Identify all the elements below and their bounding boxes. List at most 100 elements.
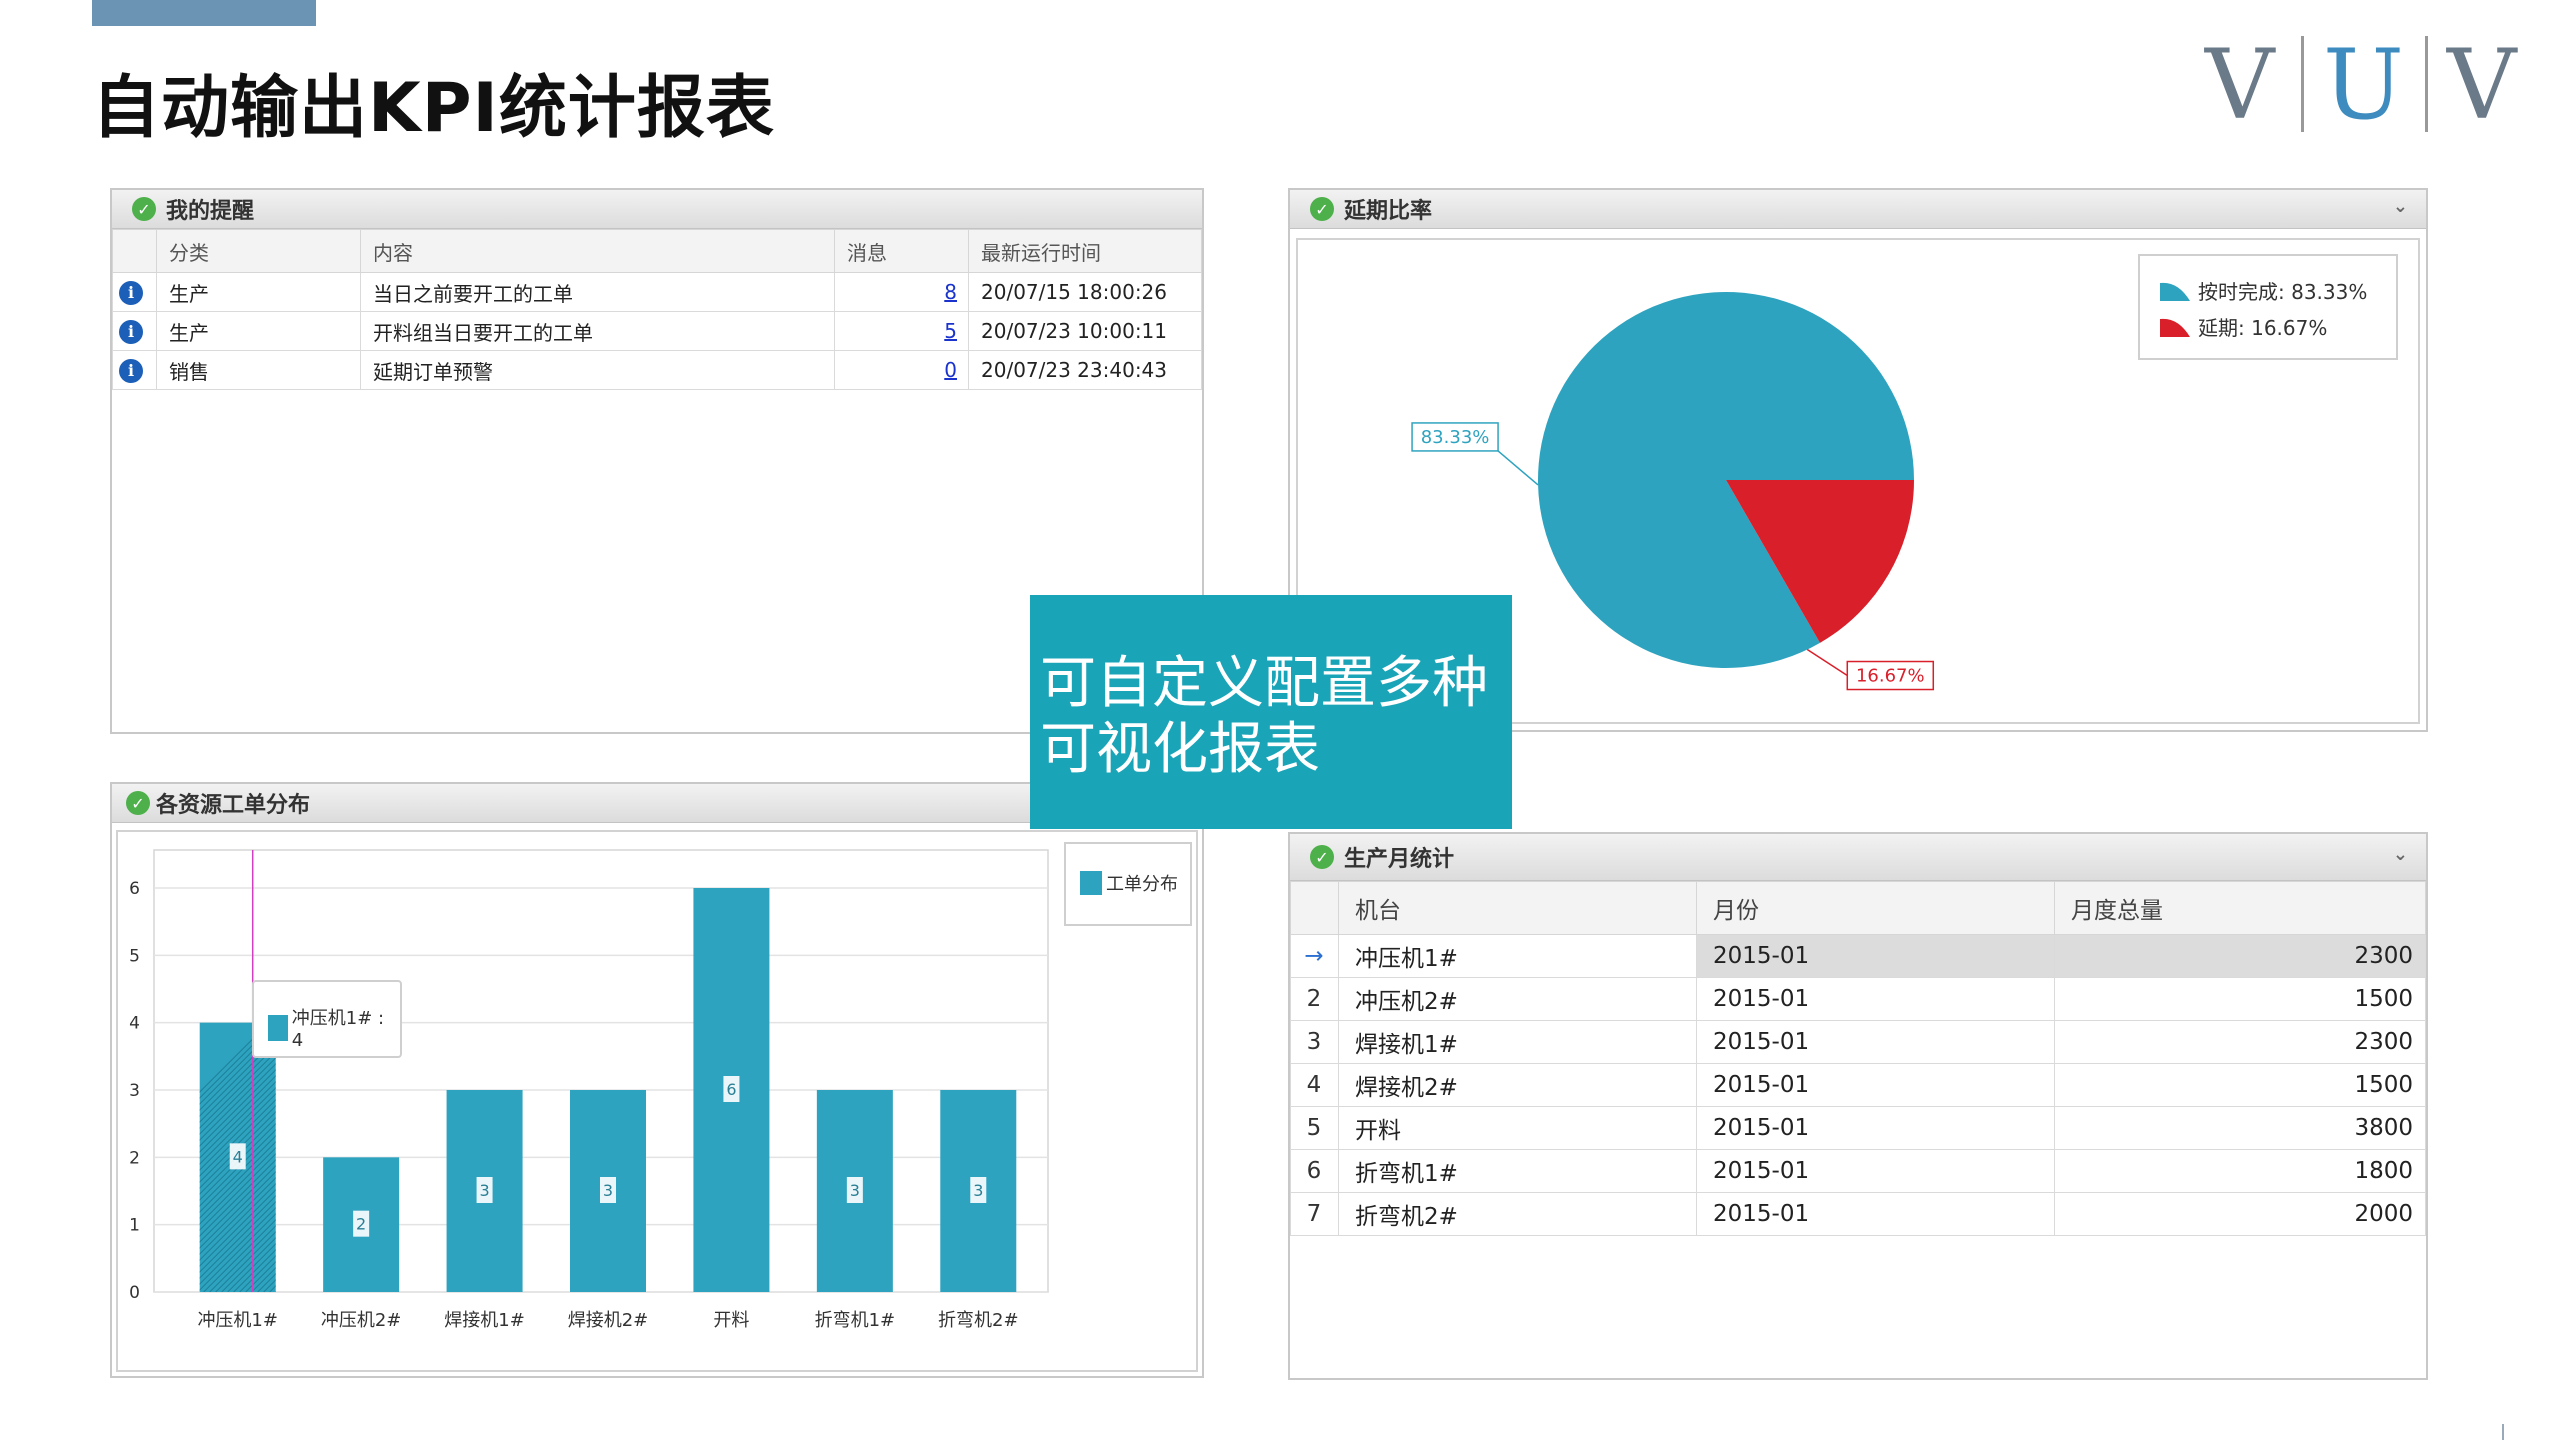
callout-line: 可视化报表: [1040, 717, 1320, 782]
time-cell: 20/07/23 10:00:11: [968, 311, 1202, 351]
check-icon: ✓: [1310, 197, 1334, 221]
pie-data-label: 83.33%: [1411, 422, 1499, 452]
machine-cell: 开料: [1338, 1106, 1697, 1150]
table-row[interactable]: i 生产 当日之前要开工的工单 8 20/07/15 18:00:26: [112, 272, 1202, 312]
bar-value-label: 3: [846, 1177, 863, 1203]
chevron-down-icon[interactable]: ⌄: [2393, 844, 2408, 865]
content-cell: 当日之前要开工的工单: [360, 272, 835, 312]
svg-text:4: 4: [233, 1147, 243, 1166]
column-header[interactable]: 机台: [1338, 881, 1697, 935]
bar-chart-area: 0 1 2 3 4 5 6 4 冲压机1# 2 冲压机2# 3 焊接机1# 3 焊接机2# 6 开料 3 折弯机1#…: [116, 830, 1198, 1372]
chevron-down-icon[interactable]: ⌄: [2393, 196, 2408, 217]
time-cell: 20/07/23 23:40:43: [968, 350, 1202, 390]
table-row[interactable]: i 销售 延期订单预警 0 20/07/23 23:40:43: [112, 350, 1202, 390]
delay-panel-header: ✓ 延期比率 ⌄: [1290, 190, 2426, 229]
machine-cell: 折弯机2#: [1338, 1192, 1697, 1236]
bar-value-label: 2: [353, 1210, 370, 1237]
svg-text:83.33%: 83.33%: [1421, 427, 1490, 448]
month-cell: 2015-01: [1696, 1063, 2055, 1107]
legend-swatch: [2160, 282, 2190, 301]
table-row[interactable]: 7 折弯机2# 2015-01 2000: [1290, 1192, 2426, 1236]
table-row[interactable]: → 冲压机1# 2015-01 2300: [1290, 934, 2426, 978]
callout-line: 可自定义配置多种: [1040, 651, 1488, 716]
total-cell: 2300: [2054, 934, 2426, 978]
reminders-table: 分类 内容 消息 最新运行时间 i 生产 当日之前要开工的工单 8 20/07/…: [112, 229, 1202, 390]
column-header[interactable]: 内容: [360, 229, 835, 273]
row-number: 5: [1290, 1106, 1339, 1150]
bar-legend: 工单分布: [1064, 842, 1192, 926]
pie-legend: 按时完成: 83.33% 延期: 16.67%: [2138, 254, 2398, 360]
page-title: 自动输出KPI统计报表: [92, 69, 775, 148]
bar-value-label: 6: [723, 1076, 740, 1102]
legend-item: 延期: 16.67%: [2158, 312, 2327, 341]
row-indicator-header: [112, 229, 157, 273]
bar-value-label: 4: [229, 1143, 246, 1170]
table-row[interactable]: 3 焊接机1# 2015-01 2300: [1290, 1020, 2426, 1064]
logo-divider: [2301, 36, 2304, 132]
table-row[interactable]: i 生产 开料组当日要开工的工单 5 20/07/23 10:00:11: [112, 311, 1202, 351]
x-tick-label: 开料: [713, 1310, 749, 1331]
month-cell: 2015-01: [1696, 1106, 2055, 1150]
monthly-panel-header: ✓ 生产月统计 ⌄: [1290, 834, 2426, 881]
y-tick-label: 2: [129, 1148, 140, 1168]
month-cell: 2015-01: [1696, 1149, 2055, 1193]
svg-text:3: 3: [973, 1181, 983, 1200]
y-tick-label: 3: [129, 1081, 140, 1101]
message-count-link[interactable]: 5: [847, 319, 967, 343]
content-cell: 延期订单预警: [360, 350, 835, 390]
legend-label: 延期: 16.67%: [2198, 316, 2328, 340]
pie-leader-line: [1497, 450, 1539, 486]
x-tick-label: 折弯机1#: [815, 1310, 896, 1331]
legend-swatch: [2160, 318, 2190, 337]
pie-data-label: 16.67%: [1846, 660, 1935, 691]
month-cell: 2015-01: [1696, 1192, 2055, 1236]
table-row[interactable]: 5 开料 2015-01 3800: [1290, 1106, 2426, 1150]
column-header[interactable]: 月度总量: [2054, 881, 2426, 935]
svg-text:3: 3: [479, 1181, 489, 1200]
bar-value-label: 3: [476, 1177, 493, 1203]
panel-title: 各资源工单分布: [156, 793, 311, 818]
legend-item: 按时完成: 83.33%: [2158, 276, 2367, 305]
logo-letter: V: [2205, 29, 2275, 141]
row-number: 7: [1290, 1192, 1339, 1236]
x-tick-label: 冲压机1#: [197, 1310, 278, 1331]
tooltip-swatch: [268, 1014, 288, 1041]
panel-title: 延期比率: [1344, 199, 1433, 224]
svg-text:2: 2: [356, 1215, 366, 1234]
column-header[interactable]: 最新运行时间: [968, 229, 1202, 273]
table-row[interactable]: 4 焊接机2# 2015-01 1500: [1290, 1063, 2426, 1107]
table-row[interactable]: 6 折弯机1# 2015-01 1800: [1290, 1149, 2426, 1193]
machine-cell: 折弯机1#: [1338, 1149, 1697, 1193]
tooltip-label: 冲压机1# : 4: [291, 1008, 385, 1051]
info-icon: i: [119, 280, 143, 305]
message-count-link[interactable]: 8: [847, 280, 967, 304]
column-header[interactable]: 消息: [834, 229, 969, 273]
logo: V U V: [2195, 30, 2535, 140]
category-cell: 生产: [156, 272, 361, 312]
reminders-panel-header: ✓ 我的提醒: [112, 190, 1202, 229]
logo-divider: [2425, 36, 2428, 132]
content-cell: 开料组当日要开工的工单: [360, 311, 835, 351]
check-icon: ✓: [1310, 845, 1334, 869]
y-tick-label: 5: [129, 946, 140, 966]
total-cell: 1500: [2054, 1063, 2426, 1107]
month-cell: 2015-01: [1696, 977, 2055, 1021]
month-cell: 2015-01: [1696, 934, 2055, 978]
total-cell: 1800: [2054, 1149, 2426, 1193]
row-number: 4: [1290, 1063, 1339, 1107]
category-cell: 销售: [156, 350, 361, 390]
column-header[interactable]: 月份: [1696, 881, 2055, 935]
y-tick-label: 1: [129, 1216, 140, 1236]
column-header[interactable]: 分类: [156, 229, 361, 273]
monthly-stats-panel: ✓ 生产月统计 ⌄ 机台 月份 月度总量 → 冲压机1# 2015-01 230…: [1288, 832, 2428, 1380]
bar-tooltip: 冲压机1# : 4: [252, 980, 402, 1058]
pie-leader-line: [1806, 648, 1848, 677]
current-row-arrow-icon: →: [1290, 934, 1339, 978]
message-count-link[interactable]: 0: [847, 358, 967, 382]
table-row[interactable]: 2 冲压机2# 2015-01 1500: [1290, 977, 2426, 1021]
top-accent-bar: [92, 0, 316, 26]
svg-text:3: 3: [603, 1181, 613, 1200]
bar-chart: 0 1 2 3 4 5 6 4 冲压机1# 2 冲压机2# 3 焊接机1# 3 焊接机2# 6 开料 3 折弯机1#…: [129, 849, 1049, 1331]
y-tick-label: 0: [129, 1283, 140, 1303]
check-icon: ✓: [126, 791, 150, 815]
